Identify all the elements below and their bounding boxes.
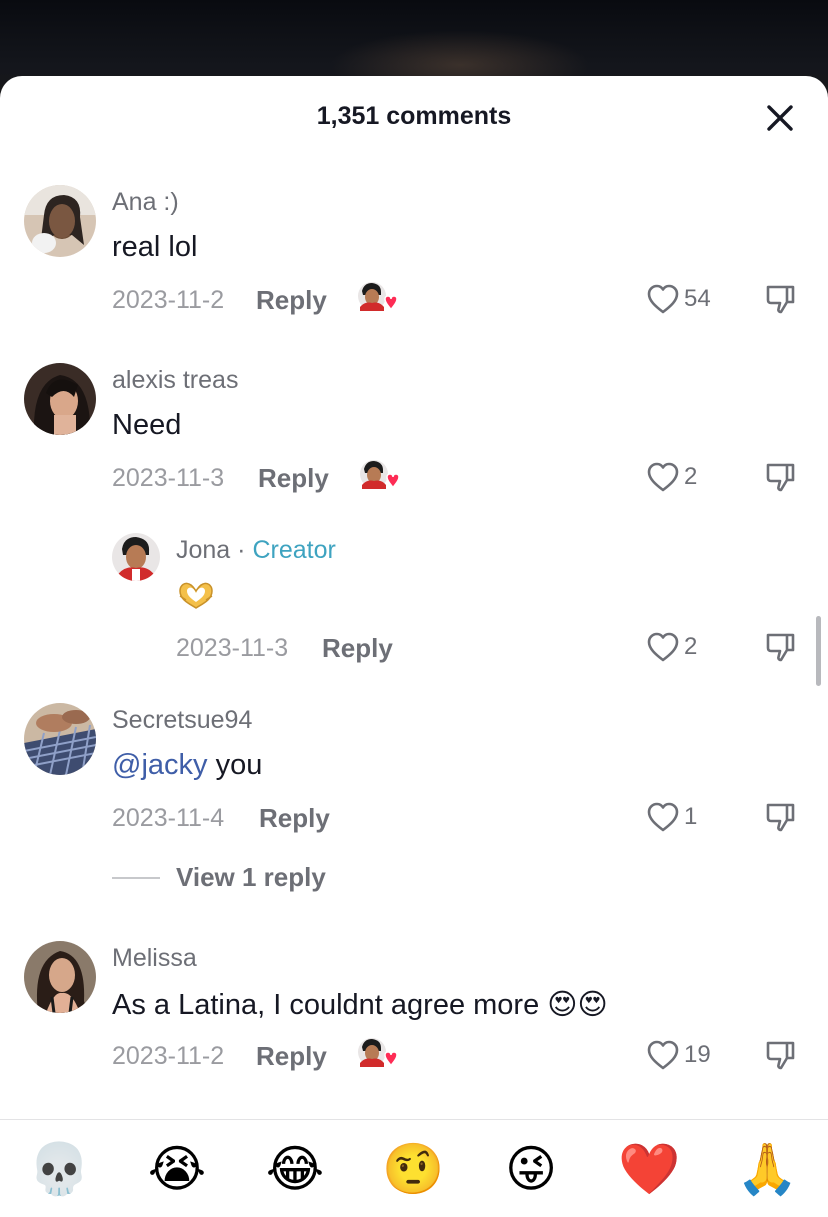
like-button[interactable]: 2 [646,630,697,664]
dislike-button[interactable] [763,460,797,494]
thumbs-down-icon [766,803,795,832]
comment-username[interactable]: Ana :) [112,188,179,217]
loudly-crying-emoji-button[interactable]: 😭 [146,1138,208,1200]
emoji-quick-bar: 💀 😭 😂 🤨 😜 ❤️ 🙏 [0,1119,828,1217]
reply-button[interactable]: Reply [258,463,329,494]
mention-link[interactable]: @jacky [112,749,208,781]
comment-text: Need [112,409,182,441]
liked-by-creator-icon [357,1037,398,1073]
like-count: 2 [684,633,698,660]
thumbs-down-icon [766,463,795,492]
avatar-image [24,703,96,775]
dislike-button[interactable] [763,800,797,834]
comment-date: 2023-11-2 [112,286,225,314]
avatar-image [24,941,96,1013]
avatar-image [24,185,96,257]
reply-button[interactable]: Reply [322,633,393,664]
comment-count-title: 1,351 comments [316,102,512,130]
close-button[interactable] [762,100,798,136]
like-button[interactable]: 2 [646,460,697,494]
comment-date: 2023-11-3 [112,464,225,492]
heart-outline-icon [647,802,679,832]
avatar[interactable] [24,185,96,257]
heart-outline-icon [647,1040,679,1070]
winking-tongue-emoji-button[interactable]: 😜 [500,1138,562,1200]
thumbs-down-icon [766,285,795,314]
heart-eyes-emoji: 😍😍 [547,987,608,1021]
thumbs-down-icon [766,633,795,662]
like-button[interactable]: 1 [646,800,697,834]
avatar[interactable] [24,363,96,435]
avatar-image [112,533,160,581]
dislike-button[interactable] [763,630,797,664]
comment-date: 2023-11-2 [112,1042,225,1070]
like-button[interactable]: 54 [646,282,711,316]
comment-text: real lol [112,231,198,263]
close-icon [767,105,793,131]
view-replies-label: View 1 reply [176,862,326,892]
like-count: 2 [684,463,698,490]
reply-date: 2023-11-3 [176,634,289,662]
view-replies-button[interactable]: View 1 reply [112,862,326,893]
thumbs-down-icon [766,1041,795,1070]
tears-of-joy-emoji-button[interactable]: 😂 [264,1138,326,1200]
reply-button[interactable]: Reply [259,803,330,834]
liked-by-creator-icon [359,459,400,495]
reply-button[interactable]: Reply [256,285,327,316]
like-count: 54 [684,285,711,312]
heart-hands-emoji [176,578,216,612]
like-count: 19 [684,1041,711,1068]
view-replies-divider [112,876,160,879]
avatar-image [24,363,96,435]
reply-username[interactable]: Jona [176,536,230,564]
avatar[interactable] [112,533,160,581]
comment-username[interactable]: Melissa [112,944,197,973]
like-button[interactable]: 19 [646,1038,711,1072]
heart-outline-icon [647,284,679,314]
comment-username[interactable]: Secretsue94 [112,706,252,735]
comment-text: you [207,749,263,781]
comment-text: As a Latina, I couldnt agree more [112,989,540,1021]
creator-badge: Creator [252,536,336,564]
liked-by-creator-icon [357,281,398,317]
comment-date: 2023-11-4 [112,804,225,832]
heart-outline-icon [647,462,679,492]
heart-outline-icon [647,632,679,662]
avatar[interactable] [24,941,96,1013]
reply-button[interactable]: Reply [256,1041,327,1072]
separator-dot: · [237,536,246,564]
like-count: 1 [684,803,698,830]
raised-eyebrow-emoji-button[interactable]: 🤨 [382,1138,444,1200]
red-heart-emoji-button[interactable]: ❤️ [618,1138,680,1200]
comment-text-row: As a Latina, I couldnt agree more 😍😍 [112,987,608,1022]
sheet-header: 1,351 comments [0,76,828,160]
comment-username[interactable]: alexis treas [112,366,238,395]
dislike-button[interactable] [763,1038,797,1072]
folded-hands-emoji-button[interactable]: 🙏 [736,1138,798,1200]
skull-emoji-button[interactable]: 💀 [28,1138,90,1200]
dislike-button[interactable] [763,282,797,316]
scrollbar[interactable] [816,616,821,686]
avatar[interactable] [24,703,96,775]
comment-text-row: @jacky you [112,749,262,782]
comments-sheet: 1,351 comments Ana :) real lol 2023-11-2… [0,76,828,1217]
reply-username-row: Jona · Creator [176,536,336,565]
